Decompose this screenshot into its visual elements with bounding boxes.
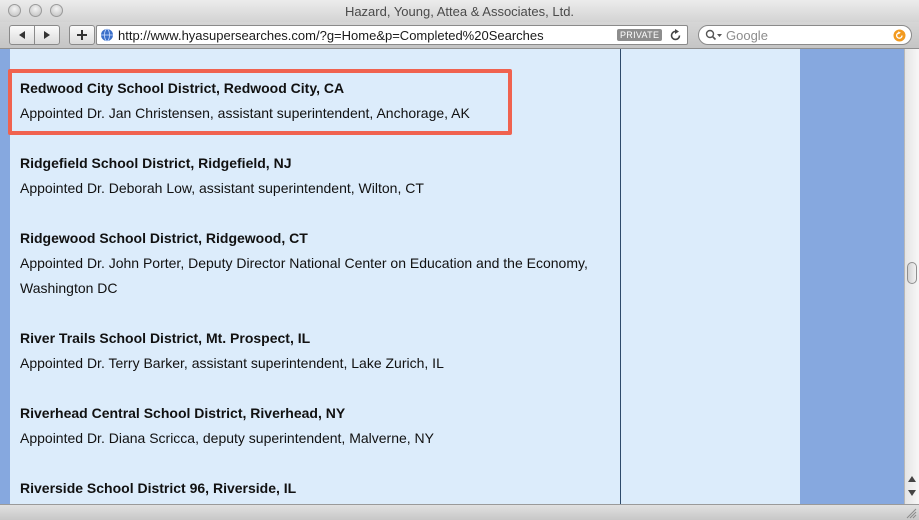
scrollbar-thumb[interactable] — [907, 262, 917, 284]
window-title: Hazard, Young, Attea & Associates, Ltd. — [344, 4, 575, 19]
appointment-text: Appointed Dr. Terry Barker, assistant su… — [20, 355, 444, 371]
snapback-icon[interactable] — [893, 29, 906, 42]
forward-button[interactable] — [34, 25, 60, 45]
district-name: Ridgefield School District, Ridgefield, … — [20, 155, 292, 171]
magnifier-dropdown-icon[interactable] — [705, 29, 723, 42]
column-divider — [620, 49, 621, 504]
search-entry: Riverside School District 96, Riverside,… — [20, 476, 610, 501]
page-content: Redwood City School District, Redwood Ci… — [0, 49, 904, 504]
right-sidebar-column — [800, 49, 904, 504]
status-bar — [0, 504, 919, 520]
search-entry: Riverhead Central School District, River… — [20, 401, 610, 451]
appointment-text: Appointed Dr. Jan Christensen, assistant… — [20, 105, 470, 121]
appointment-text: Appointed Dr. Diana Scricca, deputy supe… — [20, 430, 435, 446]
search-field[interactable]: Google — [698, 25, 912, 45]
private-badge: PRIVATE — [617, 29, 663, 41]
browser-toolbar: http://www.hyasupersearches.com/?g=Home&… — [0, 22, 919, 49]
search-entry: Ridgefield School District, Ridgefield, … — [20, 151, 610, 201]
district-name: Redwood City School District, Redwood Ci… — [20, 80, 345, 96]
title-bar: Hazard, Young, Attea & Associates, Ltd. — [0, 0, 919, 22]
forward-arrow-icon — [44, 31, 50, 39]
appointment-text: Appointed Dr. Deborah Low, assistant sup… — [20, 180, 424, 196]
search-entry: Ridgewood School District, Ridgewood, CT… — [20, 226, 610, 301]
district-name: River Trails School District, Mt. Prospe… — [20, 330, 311, 346]
search-placeholder: Google — [726, 28, 768, 43]
search-entry: River Trails School District, Mt. Prospe… — [20, 326, 610, 376]
district-name: Ridgewood School District, Ridgewood, CT — [20, 230, 308, 246]
district-name: Riverhead Central School District, River… — [20, 405, 346, 421]
reload-icon[interactable] — [669, 29, 682, 42]
plus-icon — [77, 30, 87, 40]
url-text: http://www.hyasupersearches.com/?g=Home&… — [118, 28, 544, 43]
scroll-up-arrow-icon[interactable] — [907, 474, 917, 484]
address-bar[interactable]: http://www.hyasupersearches.com/?g=Home&… — [96, 25, 688, 45]
globe-icon — [101, 28, 113, 42]
vertical-scrollbar[interactable] — [904, 49, 919, 504]
add-bookmark-button[interactable] — [69, 25, 95, 45]
resize-grip-icon[interactable] — [905, 507, 917, 519]
appointment-text: Appointed Dr. John Porter, Deputy Direct… — [20, 255, 588, 296]
scroll-down-arrow-icon[interactable] — [907, 488, 917, 498]
search-entry: Redwood City School District, Redwood Ci… — [20, 76, 610, 126]
district-name: Riverside School District 96, Riverside,… — [20, 480, 297, 496]
back-button[interactable] — [9, 25, 35, 45]
back-arrow-icon — [19, 31, 25, 39]
